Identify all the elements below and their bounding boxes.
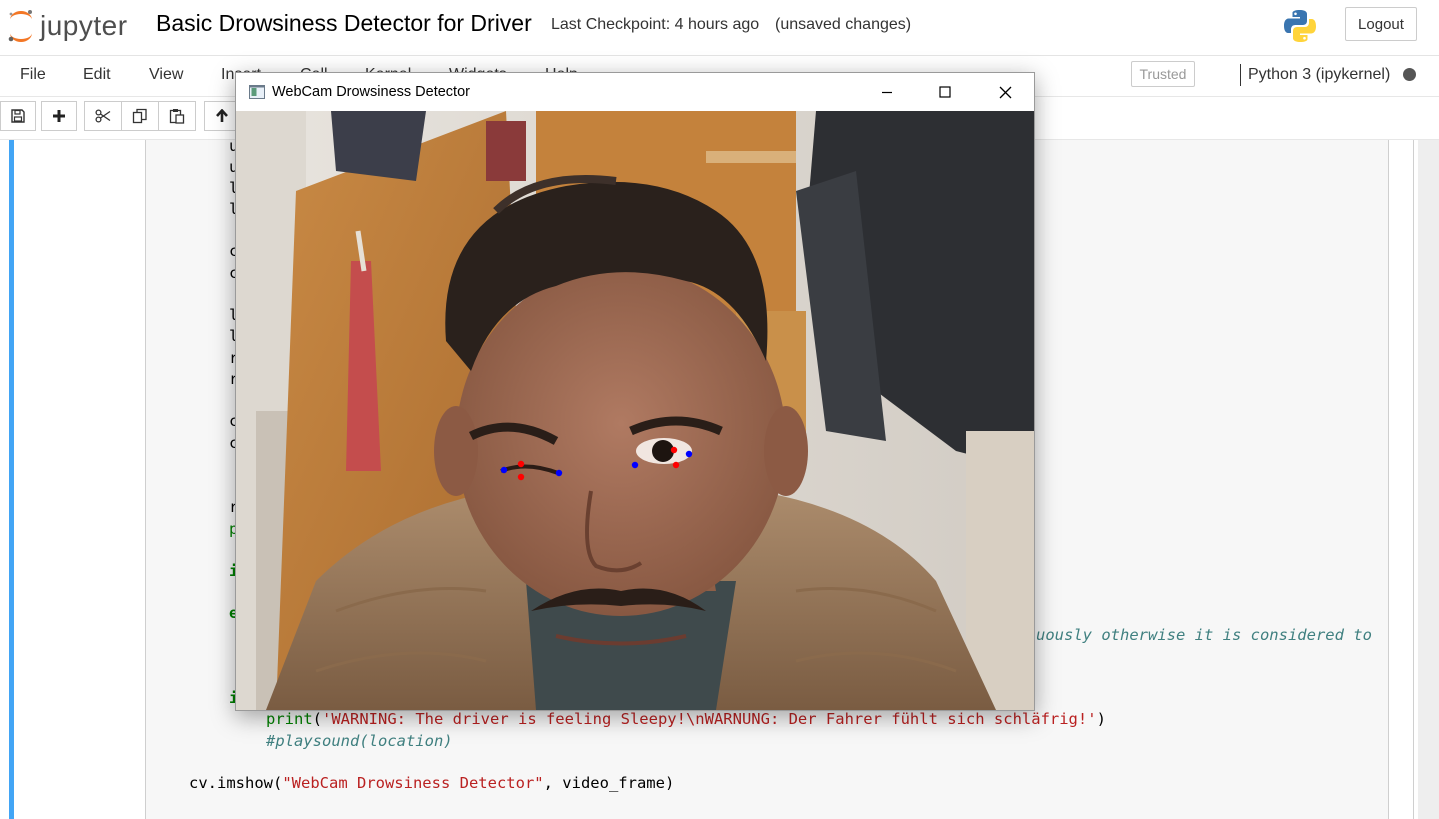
checkpoint-status: Last Checkpoint: 4 hours ago xyxy=(551,16,760,33)
maximize-button[interactable] xyxy=(916,73,974,111)
header: jupyter Basic Drowsiness Detector for Dr… xyxy=(0,0,1439,56)
python-logo-icon xyxy=(1282,8,1318,49)
selected-cell-indicator xyxy=(9,140,14,819)
notebook-title[interactable]: Basic Drowsiness Detector for Driver xyxy=(156,10,532,37)
close-icon xyxy=(999,86,1011,98)
arrow-up-icon xyxy=(216,109,228,122)
code-comment: uously otherwise it is considered to xyxy=(1036,626,1372,644)
left-eye-lower-lid-landmark xyxy=(517,473,525,481)
page-edge xyxy=(1413,140,1414,819)
webcam-image xyxy=(236,111,1034,710)
autosave-status: (unsaved changes) xyxy=(775,16,912,33)
menu-view[interactable]: View xyxy=(149,66,183,84)
left-eye-outer-landmark xyxy=(500,466,508,474)
maximize-icon xyxy=(939,86,951,98)
window-name-string: "WebCam Drowsiness Detector" xyxy=(282,774,544,792)
left-eye-inner-landmark xyxy=(555,469,563,477)
imshow-statement: cv.imshow("WebCam Drowsiness Detector", … xyxy=(189,774,674,792)
paste-button[interactable] xyxy=(158,101,196,131)
right-eye-upper-lid-landmark xyxy=(670,446,678,454)
right-eye-lower-lid-landmark xyxy=(672,461,680,469)
save-icon xyxy=(11,109,25,123)
imshow-function: cv.imshow( xyxy=(189,774,283,792)
logo-text: jupyter xyxy=(40,10,128,41)
scissors-icon xyxy=(95,109,111,123)
window-title: WebCam Drowsiness Detector xyxy=(272,84,470,100)
paste-icon xyxy=(169,109,185,124)
copy-icon xyxy=(132,108,147,124)
print-statement: print('WARNING: The driver is feeling Sl… xyxy=(266,710,1106,728)
trusted-indicator[interactable]: Trusted xyxy=(1131,61,1195,87)
window-titlebar[interactable]: WebCam Drowsiness Detector xyxy=(236,73,1034,111)
close-button[interactable] xyxy=(976,73,1034,111)
minimize-button[interactable] xyxy=(858,73,916,111)
playsound-comment: #playsound(location) xyxy=(266,732,453,750)
menu-edit[interactable]: Edit xyxy=(83,66,111,84)
imshow-args: , video_frame) xyxy=(543,774,675,792)
webcam-window[interactable]: WebCam Drowsiness Detector xyxy=(235,72,1035,711)
app-window-icon xyxy=(249,85,265,99)
menu-file[interactable]: File xyxy=(20,66,46,84)
kernel-separator xyxy=(1240,64,1241,86)
print-function: print xyxy=(266,710,313,728)
copy-button[interactable] xyxy=(121,101,159,131)
cut-button[interactable] xyxy=(84,101,122,131)
minimize-icon xyxy=(882,91,892,94)
webcam-video-frame xyxy=(236,111,1034,710)
right-eye-inner-landmark xyxy=(631,461,639,469)
plus-icon xyxy=(53,110,65,122)
left-eye-upper-lid-landmark xyxy=(517,460,525,468)
right-eye-outer-landmark xyxy=(685,450,693,458)
logout-button[interactable]: Logout xyxy=(1345,7,1417,41)
save-button[interactable] xyxy=(0,101,36,131)
jupyter-logo-icon xyxy=(8,10,32,42)
kernel-name[interactable]: Python 3 (ipykernel) xyxy=(1248,66,1390,84)
jupyter-logo[interactable]: jupyter xyxy=(6,6,128,46)
insert-cell-button[interactable] xyxy=(41,101,77,131)
kernel-status-icon xyxy=(1403,68,1416,81)
warning-string: 'WARNING: The driver is feeling Sleepy!\… xyxy=(322,710,1097,728)
